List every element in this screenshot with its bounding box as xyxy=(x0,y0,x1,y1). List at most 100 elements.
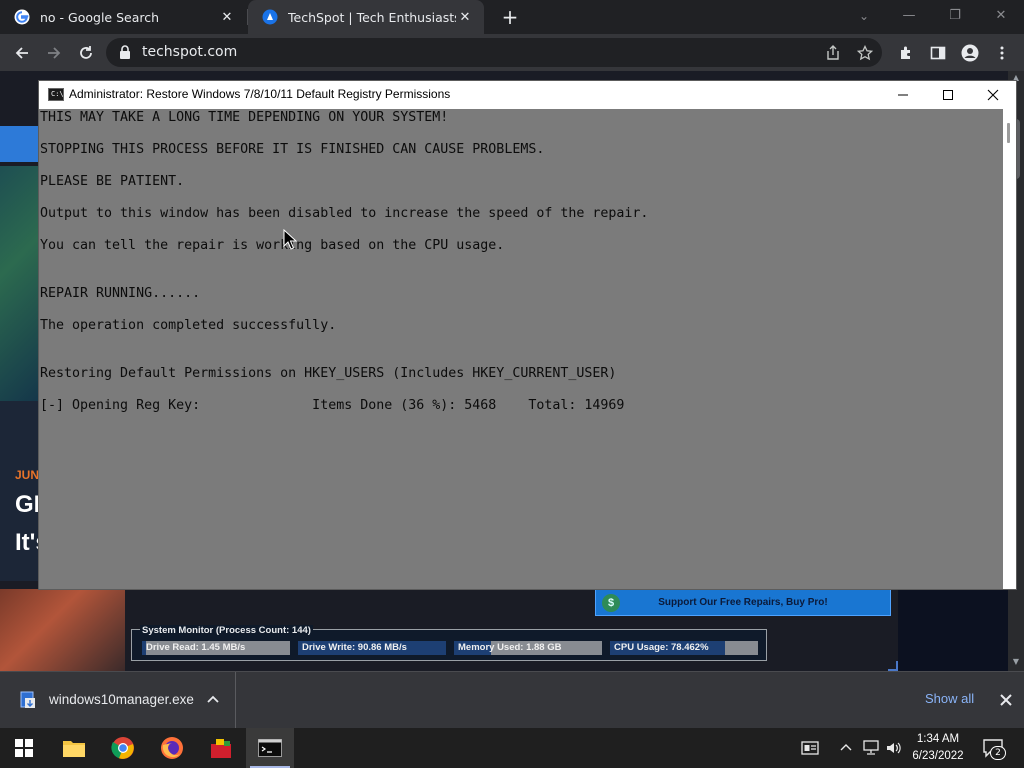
meter-label: Drive Write: 90.86 MB/s xyxy=(302,642,407,653)
tab-title: no - Google Search xyxy=(40,9,160,25)
techspot-icon xyxy=(262,9,278,25)
reload-icon xyxy=(80,46,92,59)
taskbar-windows10manager[interactable] xyxy=(197,728,245,768)
maximize-icon xyxy=(943,90,953,100)
taskbar-file-explorer[interactable] xyxy=(50,728,98,768)
console-window: C:\ Administrator: Restore Windows 7/8/1… xyxy=(38,80,1017,590)
meter-label: CPU Usage: 78.462% xyxy=(614,642,709,653)
close-tab-icon[interactable]: ✕ xyxy=(456,10,474,25)
command-prompt-icon xyxy=(258,739,282,757)
close-tab-icon[interactable]: ✕ xyxy=(218,10,236,25)
restore-icon[interactable]: ❐ xyxy=(932,0,978,30)
console-line: REPAIR RUNNING...... xyxy=(40,286,201,301)
drive-write-meter: Drive Write: 90.86 MB/s xyxy=(298,641,446,655)
profile-avatar-icon[interactable] xyxy=(960,43,980,63)
console-maximize-button[interactable] xyxy=(925,81,971,109)
console-minimize-button[interactable] xyxy=(880,81,926,109)
reload-button[interactable] xyxy=(73,40,99,66)
google-icon xyxy=(14,9,30,25)
console-line: The operation completed successfully. xyxy=(40,318,337,333)
console-close-button[interactable] xyxy=(970,81,1016,109)
chevron-up-icon[interactable] xyxy=(836,738,856,758)
console-titlebar[interactable]: C:\ Administrator: Restore Windows 7/8/1… xyxy=(39,81,1016,109)
article-date: JUN xyxy=(15,468,40,482)
tab-google-search[interactable]: no - Google Search ✕ xyxy=(0,0,246,34)
clock-time: 1:34 AM xyxy=(916,733,960,745)
clock-date: 6/23/2022 xyxy=(912,750,964,762)
close-icon[interactable]: ✕ xyxy=(978,0,1024,30)
console-line: STOPPING THIS PROCESS BEFORE IT IS FINIS… xyxy=(40,142,545,157)
browser-menu-icon[interactable] xyxy=(992,43,1012,63)
console-scrollbar[interactable] xyxy=(1003,109,1016,589)
forward-button[interactable] xyxy=(41,40,67,66)
side-panel-icon[interactable] xyxy=(928,43,948,63)
article-thumbnail[interactable] xyxy=(0,589,125,671)
browser-toolbar: techspot.com xyxy=(0,34,1024,71)
memory-used-meter: Memory Used: 1.88 GB xyxy=(454,641,602,655)
browser-window-controls: — ❐ ✕ xyxy=(886,0,1024,34)
show-all-downloads-link[interactable]: Show all xyxy=(925,691,974,706)
network-icon[interactable] xyxy=(861,738,881,758)
back-button[interactable] xyxy=(9,40,35,66)
browser-tab-strip: no - Google Search ✕ TechSpot | Tech Ent… xyxy=(0,0,1024,34)
taskbar-chrome[interactable] xyxy=(99,728,147,768)
windows-logo-icon xyxy=(15,739,33,757)
tab-techspot[interactable]: TechSpot | Tech Enthusiasts, Power Users… xyxy=(248,0,484,34)
article-headline[interactable]: GI xyxy=(15,491,40,519)
tab-title: TechSpot | Tech Enthusiasts, Power Users xyxy=(288,9,456,25)
back-arrow-icon xyxy=(15,47,28,59)
folder-icon xyxy=(63,741,85,757)
toolbox-icon xyxy=(211,739,231,758)
taskbar-command-prompt[interactable] xyxy=(246,728,294,768)
download-item[interactable]: windows10manager.exe xyxy=(0,672,236,729)
address-bar[interactable]: techspot.com xyxy=(106,38,882,67)
scrollbar-thumb[interactable] xyxy=(1007,123,1010,143)
console-line: You can tell the repair is working based… xyxy=(40,238,505,253)
extensions-puzzle-icon[interactable] xyxy=(896,43,916,63)
url-text: techspot.com xyxy=(142,44,238,60)
mouse-cursor-icon xyxy=(283,229,298,250)
installer-file-icon xyxy=(20,691,35,708)
cpu-usage-meter: CPU Usage: 78.462% xyxy=(610,641,758,655)
meter-label: Memory Used: 1.88 GB xyxy=(458,642,562,653)
close-icon[interactable] xyxy=(996,690,1016,710)
system-monitor-title: System Monitor (Process Count: 144) xyxy=(140,625,313,636)
console-line: THIS MAY TAKE A LONG TIME DEPENDING ON Y… xyxy=(40,110,449,125)
taskbar-news-icon[interactable] xyxy=(800,738,820,758)
download-filename: windows10manager.exe xyxy=(49,692,194,707)
lock-icon[interactable] xyxy=(118,45,132,60)
drive-read-meter: Drive Read: 1.45 MB/s xyxy=(142,641,290,655)
share-icon[interactable] xyxy=(825,45,841,61)
console-title: Administrator: Restore Windows 7/8/10/11… xyxy=(69,87,451,101)
start-button[interactable] xyxy=(0,728,48,768)
minimize-icon[interactable]: — xyxy=(886,0,932,30)
console-line: Restoring Default Permissions on HKEY_US… xyxy=(40,366,617,381)
site-nav-strip[interactable] xyxy=(0,126,40,162)
console-line: Output to this window has been disabled … xyxy=(40,206,649,221)
system-clock[interactable]: 1:34 AM 6/23/2022 xyxy=(900,731,976,765)
command-prompt-icon[interactable]: C:\ xyxy=(48,88,64,101)
windows-taskbar: 1:34 AM 6/23/2022 2 xyxy=(0,728,1024,768)
forward-arrow-icon xyxy=(48,47,61,59)
bookmark-star-icon[interactable] xyxy=(857,45,873,61)
console-output[interactable]: THIS MAY TAKE A LONG TIME DEPENDING ON Y… xyxy=(39,109,1003,589)
meter-label: Drive Read: 1.45 MB/s xyxy=(146,642,246,653)
chrome-icon xyxy=(111,737,134,759)
console-line: [-] Opening Reg Key: Items Done (36 %): … xyxy=(40,398,625,413)
support-button-label: Support Our Free Repairs, Buy Pro! xyxy=(658,597,828,608)
minimize-icon xyxy=(898,94,908,96)
notification-count-badge[interactable]: 2 xyxy=(990,746,1006,760)
console-line: PLEASE BE PATIENT. xyxy=(40,174,185,189)
support-buy-pro-button[interactable]: $ Support Our Free Repairs, Buy Pro! xyxy=(595,589,891,616)
hero-image[interactable] xyxy=(0,166,40,401)
background-image xyxy=(898,589,1008,671)
dollar-icon: $ xyxy=(602,594,620,612)
taskbar-firefox[interactable] xyxy=(148,728,196,768)
firefox-icon xyxy=(161,737,183,759)
new-tab-button[interactable]: + xyxy=(498,5,522,29)
tab-search-icon[interactable]: ⌄ xyxy=(854,6,874,26)
chevron-up-icon[interactable] xyxy=(204,691,222,709)
resize-grip[interactable] xyxy=(888,661,898,671)
scroll-down-icon[interactable]: ▼ xyxy=(1011,657,1021,666)
close-icon xyxy=(987,89,999,101)
